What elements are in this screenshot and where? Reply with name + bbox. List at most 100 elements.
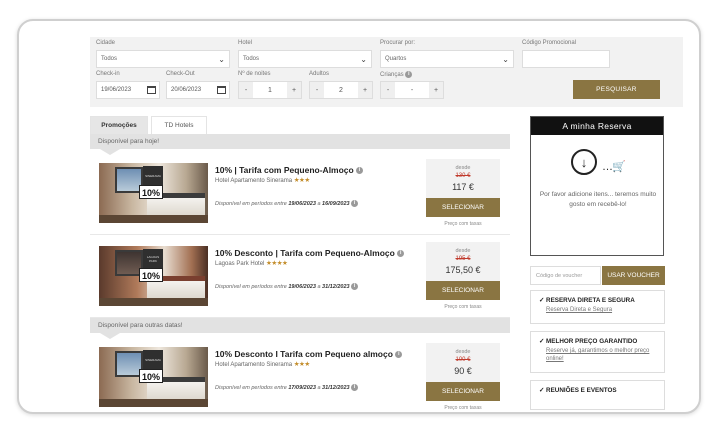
offer-title[interactable]: 10% | Tarifa com Pequeno-Almoço i bbox=[215, 165, 364, 175]
children-decrement-button[interactable]: - bbox=[381, 82, 395, 98]
hotel-select[interactable]: Todos ⌄ bbox=[238, 50, 372, 68]
promo-code-input[interactable] bbox=[522, 50, 610, 68]
reservation-empty-text: Por favor adicione itens... teremos muit… bbox=[539, 191, 657, 208]
calendar-icon[interactable] bbox=[147, 86, 156, 94]
children-value[interactable]: - bbox=[395, 82, 429, 98]
use-voucher-button[interactable]: USAR VOUCHER bbox=[602, 266, 665, 285]
discount-badge: 10% bbox=[139, 369, 163, 383]
photo-hotel-sign: SINERAMA bbox=[143, 166, 163, 186]
checkin-label: Check-in bbox=[96, 71, 120, 77]
offer-title-text: 10% Desconto I Tarifa com Pequeno almoço bbox=[215, 349, 393, 359]
page-viewport: Cidade Todos ⌄ Hotel Todos ⌄ Procurar po… bbox=[39, 31, 683, 412]
promo-code-label: Código Promocional bbox=[522, 40, 577, 46]
info-icon[interactable]: i bbox=[405, 71, 413, 78]
offer-period: Disponível em períodos entre 19/06/2023 … bbox=[215, 283, 359, 290]
offer-hotel: Hotel Apartamento Sinerama ★★★ bbox=[215, 360, 310, 368]
offer-period: Disponível em períodos entre 19/06/2023 … bbox=[215, 200, 359, 207]
offer-card: SINERAMA 10% 10% | Tarifa com Pequeno-Al… bbox=[90, 156, 510, 235]
download-circle-icon: ↓ bbox=[571, 149, 597, 175]
discount-badge: 10% bbox=[139, 268, 163, 282]
nights-value[interactable]: 1 bbox=[253, 82, 287, 98]
city-select[interactable]: Todos ⌄ bbox=[96, 50, 230, 68]
current-price: 117 € bbox=[452, 182, 474, 192]
info-icon[interactable]: i bbox=[351, 384, 359, 391]
select-button[interactable]: SELECIONAR bbox=[426, 382, 500, 401]
feature-title: ✓ MELHOR PREÇO GARANTIDO bbox=[539, 338, 638, 345]
offer-title[interactable]: 10% Desconto | Tarifa com Pequeno-Almoço… bbox=[215, 248, 405, 258]
offer-title[interactable]: 10% Desconto I Tarifa com Pequeno almoço… bbox=[215, 349, 403, 359]
photo-hotel-sign: LAGOAS PARK bbox=[143, 249, 163, 269]
device-frame: Cidade Todos ⌄ Hotel Todos ⌄ Procurar po… bbox=[17, 19, 701, 414]
offer-hotel-name: Lagoas Park Hotel bbox=[215, 261, 265, 267]
adults-value[interactable]: 2 bbox=[324, 82, 358, 98]
info-icon[interactable]: i bbox=[351, 283, 359, 290]
adults-decrement-button[interactable]: - bbox=[310, 82, 324, 98]
taxes-note: Preço com taxas bbox=[444, 221, 482, 227]
chevron-down-icon: ⌄ bbox=[218, 55, 225, 64]
star-rating-icon: ★★★ bbox=[293, 361, 310, 368]
search-bar: Cidade Todos ⌄ Hotel Todos ⌄ Procurar po… bbox=[90, 37, 683, 107]
offer-hotel: Lagoas Park Hotel ★★★★ bbox=[215, 259, 288, 267]
offer-title-text: 10% Desconto | Tarifa com Pequeno-Almoço bbox=[215, 248, 395, 258]
old-price: 100 € bbox=[455, 357, 471, 363]
calendar-icon[interactable] bbox=[217, 86, 226, 94]
search-by-label: Procurar por: bbox=[380, 40, 416, 46]
checkout-label: Check-Out bbox=[166, 71, 195, 77]
current-price: 175,50 € bbox=[445, 265, 481, 275]
feature-title: ✓ REUNIÕES E EVENTOS bbox=[539, 387, 617, 394]
voucher-input[interactable]: Código de voucher bbox=[530, 266, 601, 285]
nights-increment-button[interactable]: + bbox=[287, 82, 301, 98]
period-prefix: Disponível em períodos entre bbox=[215, 283, 287, 290]
price-from-label: desde bbox=[455, 165, 471, 171]
checkout-field[interactable]: 20/06/2023 bbox=[166, 81, 230, 99]
offer-photo[interactable]: SINERAMA 10% bbox=[99, 347, 208, 407]
adults-increment-button[interactable]: + bbox=[358, 82, 372, 98]
search-by-select[interactable]: Quartos ⌄ bbox=[380, 50, 514, 68]
tab-promocoes[interactable]: Promoções bbox=[90, 116, 148, 134]
select-button[interactable]: SELECIONAR bbox=[426, 198, 500, 217]
period-prefix: Disponível em períodos entre bbox=[215, 200, 287, 207]
offer-photo[interactable]: SINERAMA 10% bbox=[99, 163, 208, 223]
period-connector: a bbox=[317, 283, 321, 290]
nights-stepper: - 1 + bbox=[238, 81, 302, 99]
search-button[interactable]: PESQUISAR bbox=[573, 80, 660, 99]
feature-title: ✓ RESERVA DIRETA E SEGURA bbox=[539, 297, 635, 304]
info-icon[interactable]: i bbox=[356, 167, 364, 175]
discount-badge: 10% bbox=[139, 185, 163, 199]
info-icon[interactable]: i bbox=[395, 351, 403, 359]
taxes-note: Preço com taxas bbox=[444, 304, 482, 310]
nights-decrement-button[interactable]: - bbox=[239, 82, 253, 98]
period-to: 16/09/2023 bbox=[322, 200, 350, 207]
info-icon[interactable]: i bbox=[351, 200, 359, 207]
period-from: 19/06/2023 bbox=[288, 283, 316, 290]
children-label-text: Crianças bbox=[380, 72, 404, 79]
children-increment-button[interactable]: + bbox=[429, 82, 443, 98]
info-icon[interactable]: i bbox=[397, 250, 405, 258]
star-rating-icon: ★★★ bbox=[293, 177, 310, 184]
search-by-value: Quartos bbox=[385, 56, 407, 62]
checkin-field[interactable]: 19/06/2023 bbox=[96, 81, 160, 99]
feature-box: ✓ REUNIÕES E EVENTOS bbox=[530, 380, 665, 410]
offer-title-text: 10% | Tarifa com Pequeno-Almoço bbox=[215, 165, 354, 175]
feature-link[interactable]: Reserve já, garantimos o melhor preço on… bbox=[546, 347, 656, 363]
feature-box: ✓ RESERVA DIRETA E SEGURA Reserva Direta… bbox=[530, 290, 665, 324]
price-from-label: desde bbox=[455, 248, 471, 254]
select-button[interactable]: SELECIONAR bbox=[426, 281, 500, 300]
section-available-other-dates: Disponível para outras datas! bbox=[90, 318, 510, 333]
chevron-down-icon: ⌄ bbox=[360, 55, 367, 64]
checkin-value: 19/06/2023 bbox=[101, 87, 132, 93]
period-connector: a bbox=[317, 384, 321, 391]
feature-box: ✓ MELHOR PREÇO GARANTIDO Reserve já, gar… bbox=[530, 331, 665, 373]
feature-link[interactable]: Reserva Direta e Segura bbox=[546, 306, 656, 314]
period-to: 31/12/2023 bbox=[322, 283, 350, 290]
section-available-today: Disponível para hoje! bbox=[90, 134, 510, 149]
section-pointer bbox=[100, 333, 120, 339]
offer-card: SINERAMA 10% 10% Desconto I Tarifa com P… bbox=[90, 340, 510, 412]
chevron-down-icon: ⌄ bbox=[502, 55, 509, 64]
tab-td-hotels[interactable]: TD Hotels bbox=[151, 116, 207, 134]
offer-hotel-name: Hotel Apartamento Sinerama bbox=[215, 178, 293, 184]
offer-photo[interactable]: LAGOAS PARK 10% bbox=[99, 246, 208, 306]
offer-hotel: Hotel Apartamento Sinerama ★★★ bbox=[215, 176, 310, 184]
photo-floor bbox=[99, 215, 208, 223]
section-pointer bbox=[100, 149, 120, 155]
